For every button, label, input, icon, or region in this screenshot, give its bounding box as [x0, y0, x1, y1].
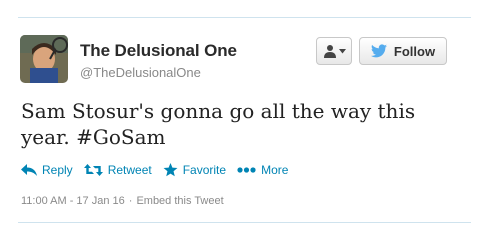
twitter-bird-icon	[370, 44, 387, 58]
retweet-icon	[83, 164, 103, 176]
tweet-text: Sam Stosur's gonna go all the way this y…	[21, 98, 461, 150]
caret-down-icon	[338, 48, 346, 53]
author-screen-name[interactable]: @TheDelusionalOne	[80, 64, 237, 81]
more-label: More	[261, 163, 289, 177]
tweet-text-line-1: Sam Stosur's gonna go all the way this	[21, 99, 416, 123]
tweet-text-line-2: year.	[21, 125, 77, 149]
avatar-photo	[20, 35, 68, 83]
tweet-meta: 11:00 AM - 17 Jan 16 · Embed this Tweet	[21, 195, 224, 207]
reply-action[interactable]: Reply	[21, 163, 73, 177]
avatar[interactable]	[20, 35, 68, 83]
bottom-divider	[18, 222, 471, 223]
meta-separator: ·	[128, 195, 133, 207]
favorite-action[interactable]: Favorite	[163, 163, 226, 177]
timestamp-link[interactable]: 11:00 AM - 17 Jan 16	[21, 195, 125, 207]
user-actions-button[interactable]	[316, 37, 352, 65]
embed-tweet-link[interactable]: Embed this Tweet	[136, 195, 223, 207]
more-dots-icon	[237, 167, 256, 173]
hashtag-link[interactable]: #GoSam	[76, 125, 165, 149]
follow-button-label: Follow	[393, 43, 436, 59]
top-divider	[18, 17, 471, 18]
retweet-action[interactable]: Retweet	[83, 163, 152, 177]
follow-button[interactable]: Follow	[359, 37, 447, 65]
author-full-name[interactable]: The Delusional One	[80, 41, 237, 61]
author-block: The Delusional One @TheDelusionalOne	[80, 41, 237, 81]
reply-label: Reply	[42, 163, 73, 177]
person-icon	[323, 45, 336, 58]
more-action[interactable]: More	[237, 163, 288, 177]
favorite-label: Favorite	[182, 163, 227, 177]
reply-icon	[21, 164, 37, 176]
tweet-actions: Reply Retweet Favorite More	[21, 163, 299, 177]
retweet-label: Retweet	[107, 163, 152, 177]
star-icon	[163, 163, 178, 177]
